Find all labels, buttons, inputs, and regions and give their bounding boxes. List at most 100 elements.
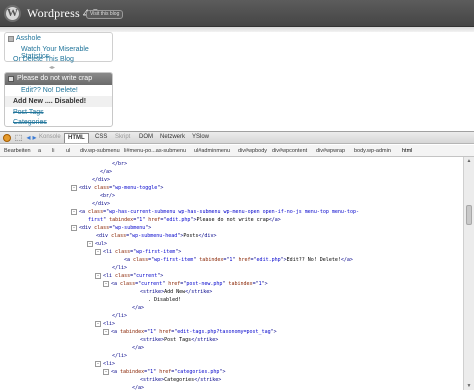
menu-item-edit[interactable]: Edit?? No! Delete! [5,85,112,96]
collapse-toggle-icon[interactable]: - [95,272,101,279]
breadcrumb-item[interactable]: div#wpcontent [272,148,307,154]
code-line[interactable]: - <a tabindex="1" href="edit-tags.php?tax… [103,328,277,336]
collapse-toggle-icon[interactable]: - [95,360,101,367]
code-line[interactable]: <div class="wp-submenu-head">Posts</div> [96,232,216,240]
code-line[interactable]: <strike>Add New</strike> [140,288,212,296]
bug-icon[interactable] [3,134,11,142]
scrollbar-thumb[interactable] [466,205,472,225]
code-line[interactable]: </br> [112,160,127,168]
vertical-scrollbar[interactable]: ▲ ▼ [463,157,474,390]
collapse-toggle-icon[interactable]: - [71,208,77,215]
code-token: <div [96,233,112,239]
breadcrumb-item[interactable]: li [52,148,54,154]
code-line[interactable]: <strike>Post Tags</strike> [140,336,218,344]
tab-css[interactable]: CSS [95,134,107,140]
code-line[interactable]: - <a class="wp-has-current-submenu wp-has… [71,208,359,216]
code-line[interactable]: </a> [132,344,144,352]
breadcrumb-item[interactable]: ul [66,148,70,154]
code-token: Edit?? No! Delete! [286,257,341,263]
scroll-down-icon[interactable]: ▼ [466,383,472,389]
menu-item-categories[interactable]: Categories [5,117,112,126]
code-line[interactable]: <a class="wp-first-item" tabindex="1" hr… [124,256,353,264]
code-line[interactable]: - <ul> [87,240,107,248]
tab-skript[interactable]: Skript [115,134,130,140]
code-token: "> [175,249,182,255]
scroll-up-icon[interactable]: ▲ [466,158,472,164]
tab-dom[interactable]: DOM [139,134,153,140]
breadcrumb-item[interactable]: div#wpbody [238,148,267,154]
code-token: class [115,249,131,255]
code-line[interactable]: - <a tabindex="1" href="categories.php"> [103,368,225,376]
code-token: <a [79,209,89,215]
breadcrumb-item[interactable]: div#wpwrap [316,148,345,154]
code-token: <li> [103,361,116,367]
collapse-toggle-icon[interactable]: - [103,368,109,375]
collapse-toggle-icon[interactable]: - [103,280,109,287]
breadcrumb-item[interactable]: li#menu-po...as-submenu [124,148,186,154]
collapse-toggle-icon[interactable]: - [71,224,77,231]
code-line[interactable]: first" tabindex="1" href="edit.php">Plea… [88,216,281,224]
code-token: first [88,217,104,223]
code-line[interactable]: - <li> [95,320,115,328]
code-token: <strike> [140,377,165,383]
code-line[interactable]: - <li> [95,360,115,368]
separator-arrow-icon[interactable]: ◂▸ [49,64,55,71]
code-line[interactable]: </div> [92,200,110,208]
code-line[interactable]: </li> [112,312,127,320]
code-token: "> [145,225,152,231]
code-token: current [136,273,158,279]
code-line[interactable]: </li> [112,352,127,360]
code-line[interactable]: </div> [92,176,110,184]
inspect-icon[interactable]: ⬚ [14,133,23,142]
breadcrumb-item[interactable]: body.wp-admin [354,148,391,154]
code-token: "> [270,329,277,335]
wordpress-logo-icon[interactable]: W [4,5,21,22]
breadcrumb-item[interactable]: a [38,148,41,154]
code-line[interactable]: - <li class="current"> [95,272,163,280]
code-line[interactable]: </a> [132,384,144,390]
collapse-toggle-icon[interactable]: - [71,184,77,191]
menu-item-add-new[interactable]: Add New .... Disabled! [5,96,112,107]
code-token: wp-first-item [154,257,194,263]
tab-yslow[interactable]: YSlow [192,134,209,140]
code-line[interactable]: <strike>Categories</strike> [140,376,221,384]
code-token: <strike> [140,289,165,295]
code-token: edit.php [256,257,281,263]
code-token: <li> [103,321,116,327]
code-line[interactable]: <br/> [100,192,115,200]
code-token: </div> [92,177,111,183]
breadcrumb-item[interactable]: div.wp-submenu [80,148,120,154]
code-line[interactable]: - <li class="wp-first-item"> [95,248,181,256]
tab-netzwerk[interactable]: Netzwerk [160,134,185,140]
code-line[interactable]: </a> [132,304,144,312]
code-token: </li> [112,265,128,271]
breadcrumb-edit[interactable]: Bearbeiten [4,148,31,154]
code-line[interactable]: . Disabled! [148,296,181,304]
tab-html[interactable]: HTML [64,133,89,143]
code-line[interactable]: </li> [112,264,127,272]
forward-icon[interactable]: ▸ [30,133,39,142]
collapse-toggle-icon[interactable]: - [87,240,93,247]
tab-konsole[interactable]: Konsole [39,134,61,140]
code-token: class [120,281,136,287]
code-token: </a> [132,345,145,351]
menu-item-delete-blog[interactable]: Or Delete This Blog [13,56,74,63]
menu-head-posts[interactable]: Please do not write crap [5,73,112,85]
breadcrumb-item[interactable]: ul#adminmenu [194,148,230,154]
collapse-toggle-icon[interactable]: - [95,320,101,327]
visit-blog-button[interactable]: Visit this blog [86,10,124,19]
code-line[interactable]: - <div class="wp-menu-toggle"> [71,184,163,192]
collapse-toggle-icon[interactable]: - [95,248,101,255]
code-token: "> [219,369,226,375]
code-token: href [238,257,251,263]
menu-head-dashboard[interactable]: Asshole [16,35,41,42]
code-token: wp-has-current-submenu wp-has-submenu wp… [109,209,359,215]
breadcrumb-item[interactable]: html [402,148,412,154]
code-token: class [115,273,131,279]
code-line[interactable]: - <div class="wp-submenu"> [71,224,151,232]
posts-icon [8,76,14,82]
code-token: class [133,257,149,263]
code-line[interactable]: </a> [100,168,112,176]
code-line[interactable]: - <a class="current" href="post-new.php" … [103,280,268,288]
collapse-toggle-icon[interactable]: - [103,328,109,335]
